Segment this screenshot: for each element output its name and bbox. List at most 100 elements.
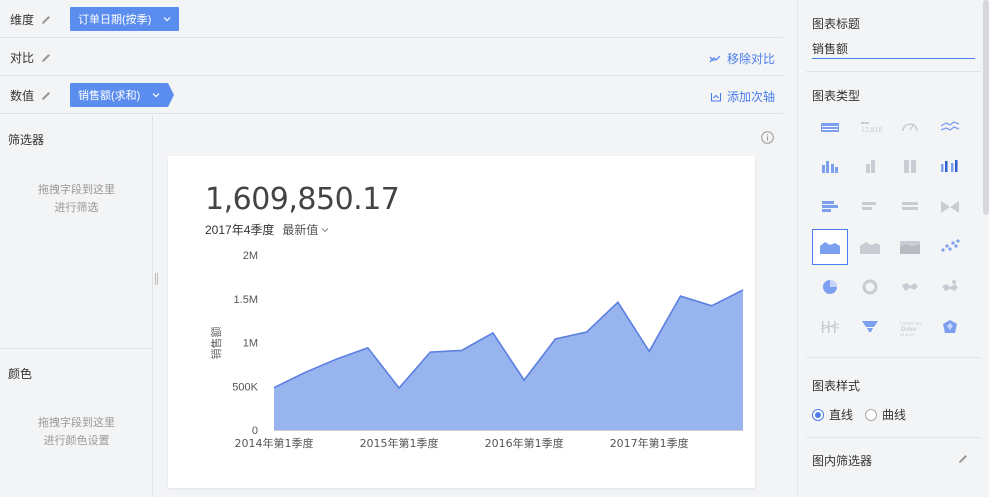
- chart-type-option[interactable]: [852, 189, 888, 225]
- remove-compare-button[interactable]: 移除对比: [709, 50, 775, 67]
- chart-type-option[interactable]: [932, 269, 968, 305]
- filter-drop-panel[interactable]: 筛选器 拖拽字段到这里 进行筛选 颜色 拖拽字段到这里 进行颜色设置: [0, 115, 153, 497]
- chart-type-option[interactable]: [892, 269, 928, 305]
- chart-type-option[interactable]: [892, 109, 928, 145]
- color-hint-line2: 进行颜色设置: [43, 435, 110, 447]
- area-chart: 0 500K 1M 1.5M 2M 销售额 2014年第1季度 2015年第1季度 2016年第…: [209, 250, 745, 450]
- workspace: 维度 订单日期(按季) 对比 移除对比 数值 销售额(求和) 添加次轴 筛选器 …: [0, 0, 797, 497]
- chart-type-option[interactable]: [812, 269, 848, 305]
- chevron-down-icon: [152, 93, 160, 98]
- panel-scrollbar[interactable]: [983, 0, 989, 215]
- color-hint-line1: 拖拽字段到这里: [38, 417, 115, 429]
- y-axis-title: 销售额: [209, 327, 223, 360]
- value-label-wrap: 数值: [10, 87, 52, 104]
- chart-type-option[interactable]: [852, 269, 888, 305]
- chevron-down-icon: [163, 17, 171, 22]
- y-tick-label: 0: [252, 425, 258, 437]
- radar-icon: [943, 320, 957, 333]
- stacked-area-icon: [860, 242, 880, 254]
- bubble-map-icon: [942, 280, 958, 291]
- compare-row: 对比 移除对比: [0, 38, 783, 76]
- y-tick-label: 1M: [243, 338, 258, 350]
- data-point: [491, 331, 494, 334]
- map-icon: [902, 283, 918, 291]
- value-label: 数值: [10, 89, 35, 103]
- panel-divider: [806, 437, 981, 438]
- panel-divider: [806, 71, 981, 72]
- edit-value-icon[interactable]: [40, 90, 52, 102]
- data-point: [304, 371, 307, 374]
- chart-type-option[interactable]: [932, 149, 968, 185]
- data-point: [398, 387, 401, 390]
- x-tick-label: 2016年第1季度: [485, 436, 564, 450]
- data-point: [585, 331, 588, 334]
- chart-title-label: 图表标题: [812, 17, 861, 31]
- chart-type-option[interactable]: [932, 229, 968, 265]
- horizontal-bar-icon: [822, 201, 838, 212]
- edit-compare-icon[interactable]: [40, 52, 52, 64]
- style-option-label: 直线: [829, 408, 854, 422]
- svg-text:12,816: 12,816: [861, 127, 882, 134]
- x-tick-label: 2015年第1季度: [360, 436, 439, 450]
- filter-hint-line1: 拖拽字段到这里: [38, 184, 115, 196]
- edit-dimension-icon[interactable]: [40, 14, 52, 26]
- chart-type-option[interactable]: [852, 229, 888, 265]
- funnel-icon: [862, 321, 878, 332]
- settings-panel: 图表标题 销售额 图表类型 12,816 Lorem ips Dolor sit am…: [797, 0, 989, 497]
- horizontal-percent-icon: [902, 202, 918, 210]
- filters-title: 筛选器: [8, 133, 45, 147]
- butterfly-icon: [941, 201, 959, 213]
- chart-type-option[interactable]: [812, 309, 848, 345]
- data-point: [710, 304, 713, 307]
- add-secondary-axis-button[interactable]: 添加次轴: [710, 88, 775, 105]
- percent-bar-icon: [904, 160, 916, 173]
- data-point: [273, 386, 276, 389]
- chart-type-option[interactable]: [812, 109, 848, 145]
- chart-type-option[interactable]: [852, 149, 888, 185]
- pie-icon: [823, 280, 837, 294]
- add-secondary-axis-label: 添加次轴: [726, 90, 775, 104]
- info-icon[interactable]: [761, 131, 774, 144]
- radio-unselected: [865, 408, 878, 421]
- data-point: [523, 379, 526, 382]
- chart-type-option[interactable]: [812, 229, 848, 265]
- line-icon: [940, 121, 960, 131]
- data-point: [616, 301, 619, 304]
- chart-type-option[interactable]: [932, 109, 968, 145]
- y-tick-label: 2M: [243, 250, 258, 262]
- bar-icon: [822, 161, 838, 173]
- y-tick-label: 500K: [232, 381, 258, 393]
- chart-type-option[interactable]: [892, 229, 928, 265]
- style-option-curve[interactable]: 曲线: [865, 406, 906, 423]
- chart-type-option[interactable]: Lorem ips Dolor sit amet: [892, 309, 928, 345]
- chart-type-option[interactable]: [812, 189, 848, 225]
- chart-title-input[interactable]: 销售额: [812, 37, 975, 59]
- filters-divider: [0, 348, 153, 349]
- chart-type-option[interactable]: [892, 189, 928, 225]
- data-point: [742, 289, 745, 292]
- chart-type-option[interactable]: [932, 309, 968, 345]
- style-option-label: 曲线: [882, 408, 907, 422]
- color-title: 颜色: [8, 367, 33, 381]
- data-point: [429, 351, 432, 354]
- chart-type-option[interactable]: [932, 189, 968, 225]
- data-point: [679, 295, 682, 298]
- chart-type-option[interactable]: 12,816: [852, 109, 888, 145]
- x-tick-label: 2014年第1季度: [235, 436, 314, 450]
- chart-type-option[interactable]: [812, 149, 848, 185]
- panel-resize-handle[interactable]: [155, 273, 158, 285]
- dimension-label-wrap: 维度: [10, 11, 52, 28]
- dimension-field-pill[interactable]: 订单日期(按季): [70, 7, 180, 31]
- dimension-row: 维度 订单日期(按季): [0, 0, 783, 38]
- chart-type-option[interactable]: [852, 309, 888, 345]
- inner-filter-label: 图内筛选器: [812, 454, 873, 468]
- value-field-pill[interactable]: 销售额(求和): [70, 83, 175, 107]
- data-point: [460, 349, 463, 352]
- chart-type-option[interactable]: [892, 149, 928, 185]
- dimension-field-label: 订单日期(按季): [78, 14, 152, 26]
- remove-compare-icon: [709, 55, 721, 62]
- remove-compare-label: 移除对比: [726, 52, 775, 66]
- percent-area-icon: [900, 241, 920, 254]
- style-option-straight[interactable]: 直线: [812, 406, 853, 423]
- edit-inner-filter-icon[interactable]: [957, 453, 969, 465]
